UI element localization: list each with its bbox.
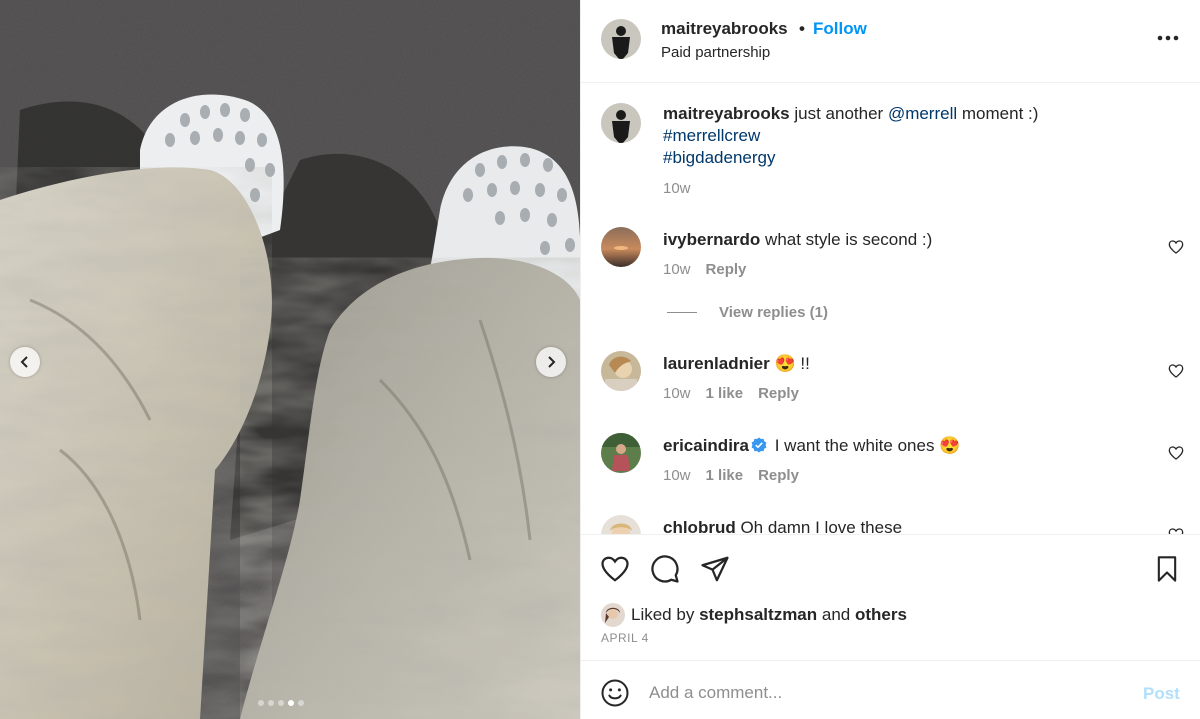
caption-meta: 10w: [663, 180, 691, 197]
caption-avatar[interactable]: [601, 103, 641, 143]
smiley-icon: [601, 679, 629, 707]
comment-username[interactable]: ivybernardo: [663, 230, 760, 249]
share-button[interactable]: [699, 553, 731, 585]
mention-link[interactable]: @merrell: [888, 104, 957, 123]
liked-by-others[interactable]: others: [855, 605, 907, 625]
comment-time[interactable]: 10w: [663, 261, 691, 278]
comment-like-heart-icon[interactable]: [1168, 445, 1184, 461]
commenter-avatar[interactable]: [601, 227, 641, 267]
comment-meta: 10w 1 like Reply: [663, 385, 799, 402]
liked-by: Liked by stephsaltzman and others: [601, 603, 907, 627]
view-replies-label: View replies (1): [719, 304, 828, 321]
carousel-prev-button[interactable]: [10, 347, 40, 377]
comment-body: 😍 !!: [774, 354, 810, 373]
view-replies-line: [667, 312, 697, 313]
add-comment-bar: Post: [581, 662, 1200, 719]
caption-time[interactable]: 10w: [663, 180, 691, 197]
post-photo[interactable]: [0, 0, 580, 719]
comment-like-heart-icon[interactable]: [1168, 239, 1184, 255]
comment-text: chlobrud Oh damn I love these: [663, 517, 902, 534]
comment-input[interactable]: [649, 678, 1129, 708]
carousel-indicator: [258, 700, 304, 706]
comment-time[interactable]: 10w: [663, 467, 691, 484]
follow-button[interactable]: Follow: [813, 19, 867, 39]
post-date[interactable]: APRIL 4: [601, 631, 649, 645]
comment-meta: 10w 1 like Reply: [663, 467, 799, 484]
comment-meta: 10w Reply: [663, 261, 746, 278]
post-actions: Liked by stephsaltzman and others APRIL …: [581, 534, 1200, 661]
author-avatar[interactable]: [601, 19, 641, 59]
post-side-panel: maitreyabrooks • Follow Paid partnership…: [580, 0, 1200, 719]
chevron-right-icon: [548, 356, 556, 368]
comment-username[interactable]: laurenladnier: [663, 354, 770, 373]
liked-by-prefix: Liked by: [631, 605, 695, 624]
liker-avatar[interactable]: [601, 603, 625, 627]
comment-body: what style is second :): [765, 230, 933, 249]
comment-button[interactable]: [649, 553, 681, 585]
comment-body: Oh damn I love these: [740, 518, 903, 534]
carousel-dot: [278, 700, 284, 706]
comments-list[interactable]: maitreyabrooks just another @merrell mom…: [581, 84, 1200, 534]
carousel-dot: [298, 700, 304, 706]
verified-badge-icon: [751, 437, 767, 453]
carousel-dot: [288, 700, 294, 706]
paper-plane-icon: [701, 556, 729, 582]
comment-username[interactable]: ericaindira: [663, 436, 749, 455]
caption-text: maitreyabrooks just another @merrell mom…: [663, 103, 1038, 169]
view-replies-button[interactable]: View replies (1): [667, 304, 828, 321]
comment-likes-count[interactable]: 1 like: [706, 467, 744, 484]
emoji-button[interactable]: [599, 677, 631, 709]
caption-text-pre: just another: [794, 104, 884, 123]
bookmark-icon: [1157, 556, 1177, 582]
save-button[interactable]: [1151, 553, 1183, 585]
reply-button[interactable]: Reply: [706, 261, 747, 278]
more-horizontal-icon: [1157, 35, 1179, 41]
reply-button[interactable]: Reply: [758, 467, 799, 484]
author-username[interactable]: maitreyabrooks: [661, 19, 788, 39]
post-header: maitreyabrooks • Follow Paid partnership: [581, 0, 1200, 83]
comment-like-heart-icon[interactable]: [1168, 527, 1184, 534]
comment-time[interactable]: 10w: [663, 385, 691, 402]
caption-text-post: moment :): [961, 104, 1039, 123]
comment-like-heart-icon[interactable]: [1168, 363, 1184, 379]
comment-text: ericaindira I want the white ones 😍: [663, 435, 960, 457]
comment-text: laurenladnier 😍 !!: [663, 353, 810, 375]
hashtag-link[interactable]: #merrellcrew: [663, 126, 760, 145]
carousel-dot: [268, 700, 274, 706]
reply-button[interactable]: Reply: [758, 385, 799, 402]
more-options-button[interactable]: [1153, 26, 1183, 50]
paid-partnership-label[interactable]: Paid partnership: [661, 44, 770, 61]
caption-username[interactable]: maitreyabrooks: [663, 104, 790, 123]
hashtag-link[interactable]: #bigdadenergy: [663, 148, 775, 167]
comment-username[interactable]: chlobrud: [663, 518, 736, 534]
comment-body: I want the white ones 😍: [774, 436, 961, 455]
liked-by-and: and: [821, 605, 851, 624]
chevron-left-icon: [20, 356, 28, 368]
comment-bubble-icon: [651, 555, 679, 583]
like-button[interactable]: [599, 553, 631, 585]
post-comment-button[interactable]: Post: [1143, 684, 1180, 704]
commenter-avatar[interactable]: [601, 433, 641, 473]
heart-icon: [601, 556, 629, 582]
carousel-next-button[interactable]: [536, 347, 566, 377]
liked-by-user[interactable]: stephsaltzman: [699, 605, 817, 625]
comment-likes-count[interactable]: 1 like: [706, 385, 744, 402]
carousel-dot: [258, 700, 264, 706]
comment-text: ivybernardo what style is second :): [663, 229, 932, 251]
commenter-avatar[interactable]: [601, 351, 641, 391]
commenter-avatar[interactable]: [601, 515, 641, 534]
photo-scene: [0, 0, 580, 719]
header-separator: •: [799, 19, 805, 38]
